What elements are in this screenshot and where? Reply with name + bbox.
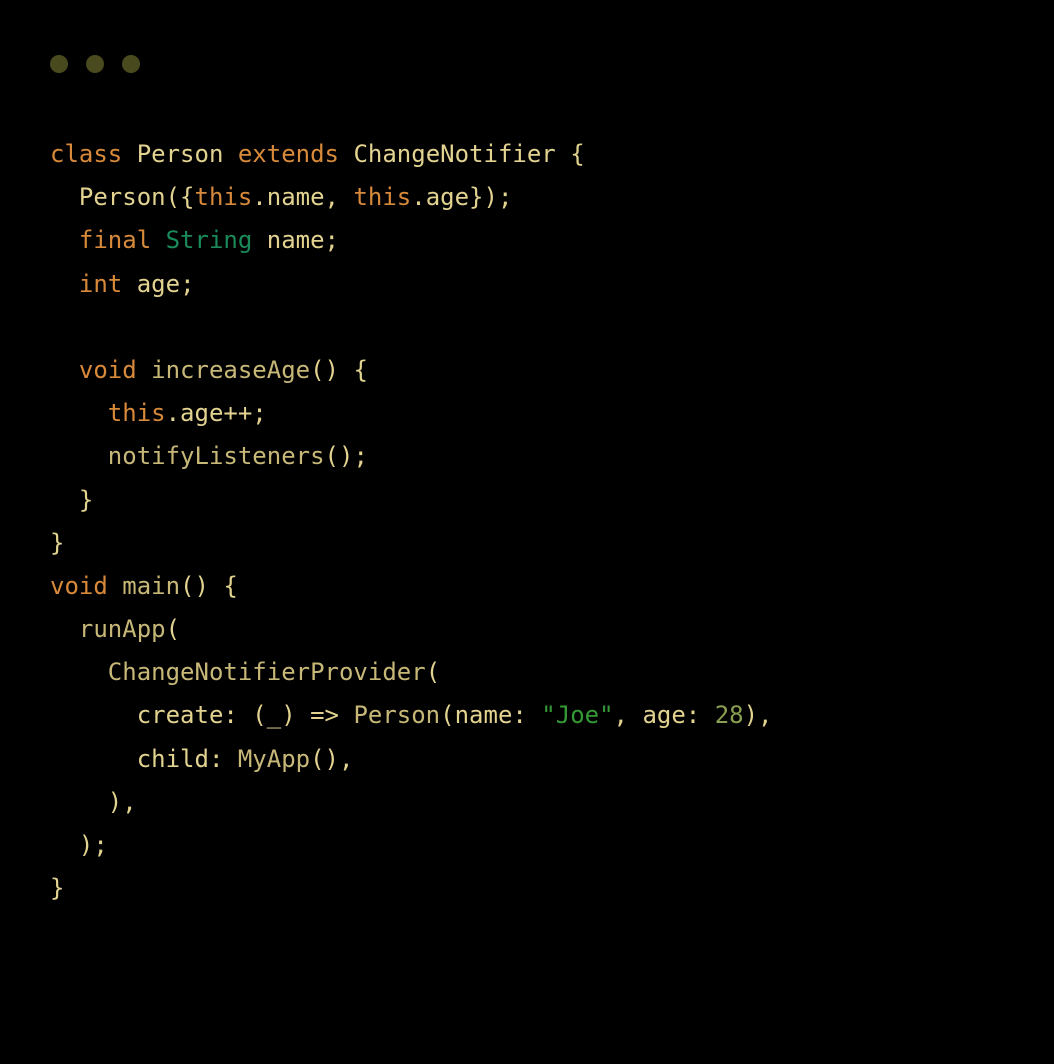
code-token: ChangeNotifierProvider <box>108 658 426 686</box>
code-token <box>151 226 165 254</box>
code-token: , age: <box>614 701 715 729</box>
code-token: this <box>108 399 166 427</box>
code-token <box>137 356 151 384</box>
code-token: final <box>79 226 151 254</box>
code-token: int <box>79 270 122 298</box>
code-token: this <box>195 183 253 211</box>
window-control-minimize-icon[interactable] <box>86 55 104 73</box>
code-token: String <box>166 226 253 254</box>
code-block: class Person extends ChangeNotifier { Pe… <box>50 133 1004 910</box>
code-token: "Joe" <box>541 701 613 729</box>
code-token: void <box>50 572 108 600</box>
window-control-maximize-icon[interactable] <box>122 55 140 73</box>
code-token: 28 <box>715 701 744 729</box>
window-controls <box>50 55 1004 73</box>
code-token: MyApp <box>238 745 310 773</box>
code-token: main <box>122 572 180 600</box>
code-token: notifyListeners <box>108 442 325 470</box>
code-token: runApp <box>79 615 166 643</box>
code-token: (name: <box>440 701 541 729</box>
code-token: class <box>50 140 122 168</box>
code-token: extends <box>238 140 339 168</box>
code-token: increaseAge <box>151 356 310 384</box>
code-token: void <box>79 356 137 384</box>
code-token <box>108 572 122 600</box>
window-control-close-icon[interactable] <box>50 55 68 73</box>
code-token: Person <box>122 140 238 168</box>
code-token: Person <box>353 701 440 729</box>
code-token: this <box>353 183 411 211</box>
code-window: class Person extends ChangeNotifier { Pe… <box>0 0 1054 1064</box>
code-token: .name, <box>252 183 353 211</box>
